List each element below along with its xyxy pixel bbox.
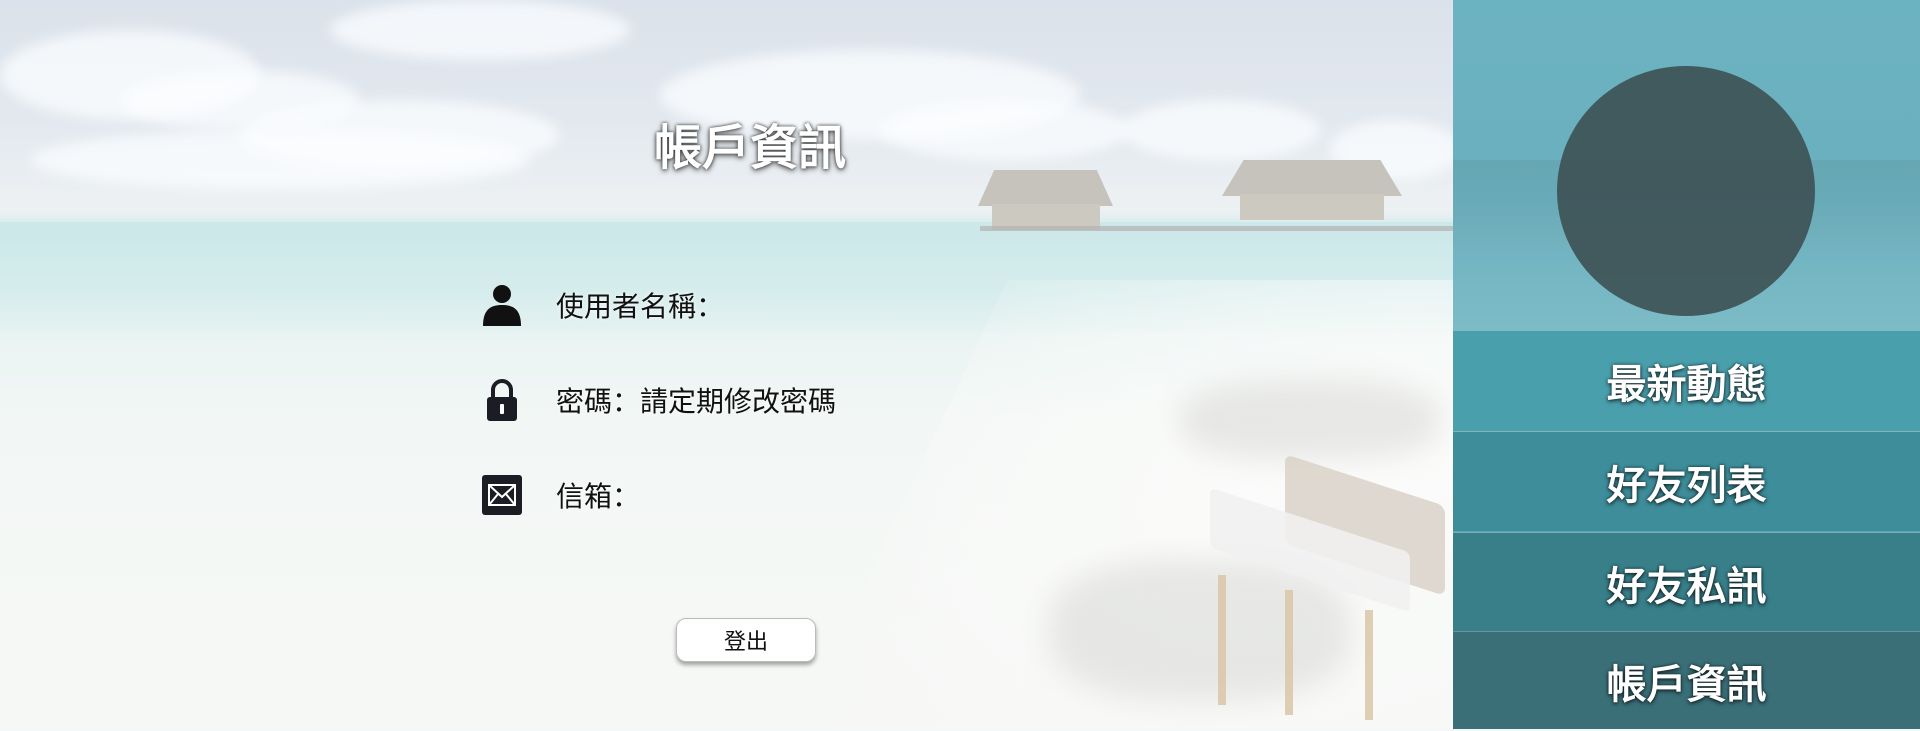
password-label: 密碼：請定期修改密碼 <box>556 385 837 418</box>
sidebar-item-label: 帳戶資訊 <box>1606 661 1767 708</box>
sidebar-header <box>1453 0 1920 331</box>
logout-button[interactable]: 登出 <box>676 618 816 662</box>
sidebar-item-account-info[interactable]: 帳戶資訊 <box>1453 631 1920 729</box>
sidebar-item-latest-news[interactable]: 最新動態 <box>1453 331 1920 431</box>
avatar[interactable] <box>1557 66 1815 316</box>
user-icon <box>480 283 524 327</box>
email-label: 信箱： <box>556 480 641 513</box>
username-row: 使用者名稱： <box>480 283 724 327</box>
email-row: 信箱： <box>480 473 640 517</box>
sidebar-item-friends-list[interactable]: 好友列表 <box>1453 431 1920 531</box>
mail-icon <box>480 473 524 517</box>
lock-icon <box>480 378 524 422</box>
sidebar-item-label: 最新動態 <box>1606 362 1767 408</box>
sidebar: 最新動態 好友列表 好友私訊 帳戶資訊 <box>1453 0 1920 729</box>
username-label: 使用者名稱： <box>556 290 725 323</box>
sidebar-item-label: 好友私訊 <box>1606 563 1767 610</box>
page-title: 帳戶資訊 <box>653 120 846 176</box>
password-row: 密碼：請定期修改密碼 <box>480 378 836 422</box>
sidebar-item-label: 好友列表 <box>1606 462 1767 509</box>
sidebar-item-friend-messages[interactable]: 好友私訊 <box>1453 532 1920 632</box>
